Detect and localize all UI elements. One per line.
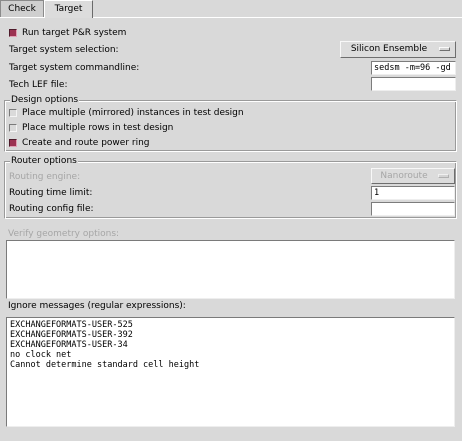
- power-ring-checkbox[interactable]: [9, 139, 17, 147]
- dropdown-indicator-icon: [438, 174, 449, 178]
- verify-geometry-label: Verify geometry options:: [8, 229, 120, 239]
- routing-time-limit-label: Routing time limit:: [9, 188, 93, 198]
- mirrored-instances-label: Place multiple (mirrored) instances in t…: [22, 108, 244, 118]
- verify-geometry-textarea[interactable]: [6, 240, 455, 299]
- ignore-message-line: EXCHANGEFORMATS-USER-392: [10, 330, 133, 340]
- routing-engine-value: Nanoroute: [380, 171, 428, 181]
- run-target-checkbox[interactable]: [9, 29, 17, 37]
- routing-time-limit-input[interactable]: 1: [371, 186, 455, 200]
- tab-check-label: Check: [8, 4, 36, 14]
- tech-lef-label: Tech LEF file:: [9, 80, 68, 90]
- target-system-dropdown[interactable]: Silicon Ensemble: [340, 41, 456, 58]
- design-options-title: Design options: [10, 95, 80, 105]
- multiple-rows-checkbox[interactable]: [9, 124, 17, 132]
- target-selection-label: Target system selection:: [9, 45, 119, 55]
- multiple-rows-label: Place multiple rows in test design: [22, 123, 174, 133]
- ignore-message-line: EXCHANGEFORMATS-USER-34: [10, 340, 128, 350]
- target-commandline-input[interactable]: sedsm -m=96 -gd: [371, 61, 456, 75]
- routing-config-file-label: Routing config file:: [9, 204, 94, 214]
- tab-target-label: Target: [54, 4, 83, 14]
- ignore-message-line: no clock net: [10, 350, 72, 360]
- power-ring-label: Create and route power ring: [22, 138, 150, 148]
- routing-config-file-input[interactable]: [371, 202, 455, 216]
- target-system-value: Silicon Ensemble: [350, 44, 428, 54]
- tab-check[interactable]: Check: [0, 0, 44, 17]
- tech-lef-input[interactable]: [371, 77, 456, 91]
- target-commandline-label: Target system commandline:: [9, 63, 140, 73]
- router-options-title: Router options: [10, 156, 78, 166]
- dropdown-indicator-icon: [439, 47, 450, 51]
- run-target-label: Run target P&R system: [22, 28, 127, 38]
- ignore-message-line: Cannot determine standard cell height: [10, 360, 200, 370]
- ignore-messages-textarea[interactable]: EXCHANGEFORMATS-USER-525 EXCHANGEFORMATS…: [6, 317, 455, 427]
- routing-engine-label: Routing engine:: [9, 172, 81, 182]
- routing-engine-dropdown[interactable]: Nanoroute: [371, 168, 455, 184]
- ignore-message-line: EXCHANGEFORMATS-USER-525: [10, 320, 133, 330]
- mirrored-instances-checkbox[interactable]: [9, 109, 17, 117]
- ignore-messages-label: Ignore messages (regular expressions):: [8, 301, 186, 311]
- tab-target[interactable]: Target: [44, 0, 93, 18]
